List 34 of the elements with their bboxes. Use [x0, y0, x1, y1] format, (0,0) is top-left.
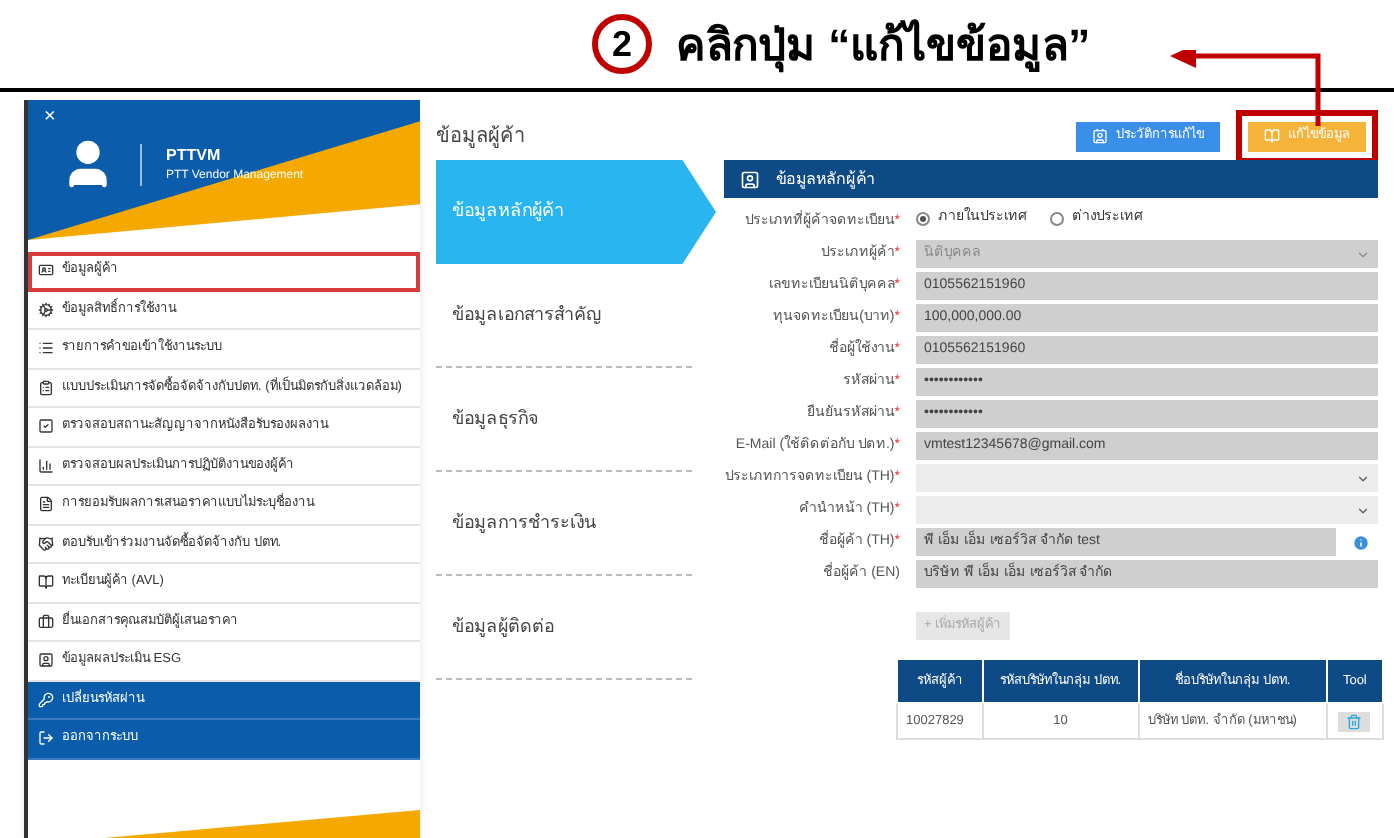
id-card-icon: [1092, 128, 1108, 144]
select-field[interactable]: [916, 496, 1378, 524]
dropdown-icon: [1356, 247, 1370, 261]
document-icon: [38, 496, 54, 513]
user-card-icon: [740, 169, 760, 189]
trash-icon: [1346, 713, 1363, 729]
dropdown-icon: [1356, 503, 1370, 517]
step-tab[interactable]: ข้อมูลเอกสารสำคัญ: [436, 264, 692, 368]
book-icon: [38, 574, 54, 591]
step-tab[interactable]: ข้อมูลการชำระเงิน: [436, 472, 692, 576]
clipboard-icon: [38, 379, 54, 396]
close-button[interactable]: ×: [44, 108, 56, 128]
checkbox-icon: [38, 418, 54, 435]
app-name: PTTVM: [166, 143, 223, 167]
chart-icon: [38, 457, 54, 474]
instruction-text: คลิกปุ่ม “แก้ไขข้อมูล”: [676, 17, 1091, 77]
step-tab[interactable]: ข้อมูลธุรกิจ: [436, 368, 692, 472]
briefcase-icon: [38, 613, 54, 630]
user-card-icon: [38, 652, 54, 669]
book-icon: [1264, 128, 1280, 144]
page-title: ข้อมูลผู้ค้า: [436, 123, 526, 151]
step-number: 2: [592, 14, 652, 74]
gear-icon: [38, 301, 54, 318]
handshake-icon: [38, 535, 54, 552]
logout-icon: [38, 730, 54, 747]
id-card-icon: [38, 262, 54, 279]
step-tab[interactable]: ข้อมูลผู้ติดต่อ: [436, 576, 692, 680]
info-icon[interactable]: [1352, 533, 1370, 551]
list-icon: [38, 340, 54, 357]
select-field[interactable]: [916, 464, 1378, 492]
key-icon: [38, 691, 54, 708]
dropdown-icon: [1356, 471, 1370, 485]
panel-title: ข้อมูลหลักผู้ค้า: [776, 167, 874, 191]
delete-button[interactable]: [1338, 711, 1371, 731]
